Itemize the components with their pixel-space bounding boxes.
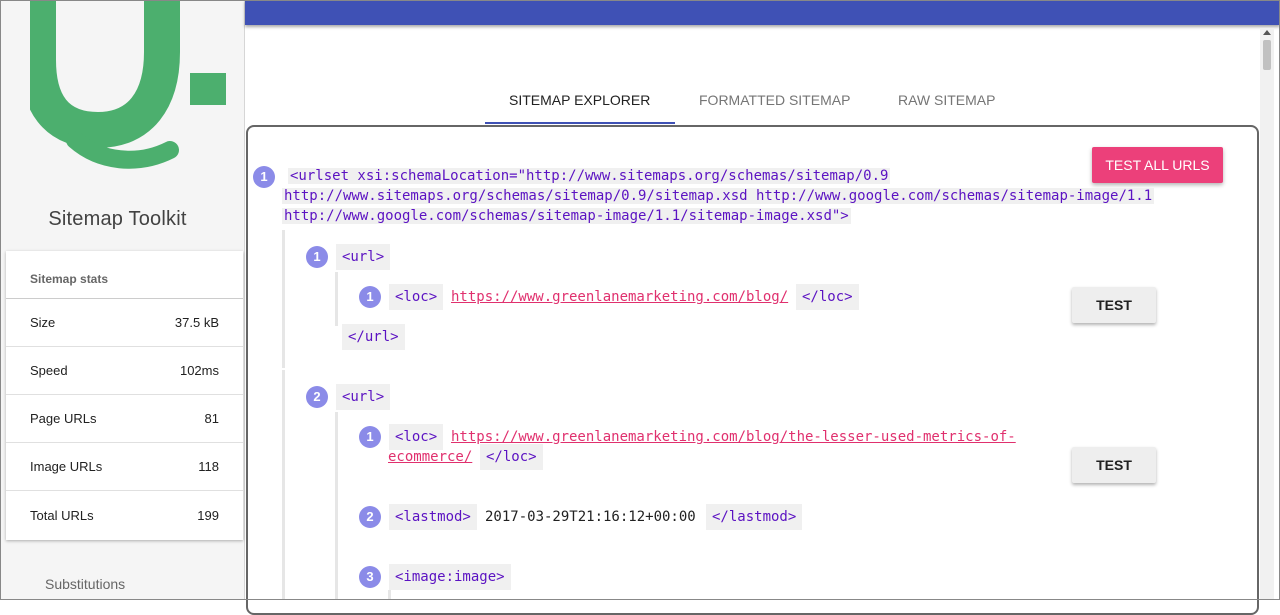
urlset-tag: <urlset xsi:schemaLocation="http://www.s… — [282, 166, 1162, 226]
stats-header: Sitemap stats — [6, 251, 243, 299]
urlset-line: http://www.sitemaps.org/schemas/sitemap/… — [282, 188, 1155, 204]
stat-row-image-urls: Image URLs 118 — [6, 443, 243, 491]
app-title: Sitemap Toolkit — [48, 208, 187, 230]
tab-sitemap-explorer[interactable]: SITEMAP EXPLORER — [509, 92, 650, 108]
url-open-tag: <url> — [336, 244, 391, 270]
stat-label: Total URLs — [30, 507, 94, 523]
stat-label: Image URLs — [30, 459, 103, 474]
tab-raw-sitemap[interactable]: RAW SITEMAP — [898, 92, 996, 108]
node-number-badge: 2 — [359, 506, 381, 528]
app-logo — [30, 0, 226, 169]
loc-url-link-continued[interactable]: ecommerce/ — [388, 444, 472, 470]
urlset-line: http://www.google.com/schemas/sitemap-im… — [282, 208, 851, 224]
stat-row-speed: Speed 102ms — [6, 347, 243, 395]
loc-url-link[interactable]: https://www.greenlanemarketing.com/blog/ — [451, 284, 788, 310]
test-url-button[interactable]: TEST — [1072, 287, 1156, 323]
stat-row-size: Size 37.5 kB — [6, 299, 243, 347]
lastmod-close-tag: </lastmod> — [706, 504, 803, 530]
stat-value: 81 — [204, 411, 219, 426]
tree-guide-line — [335, 272, 338, 326]
tree-guide-line — [388, 590, 391, 600]
url-close-tag: </url> — [342, 324, 405, 350]
scroll-up-arrow-icon[interactable] — [1263, 30, 1271, 35]
sidebar: Sitemap Toolkit Sitemap stats Size 37.5 … — [0, 0, 245, 600]
urlset-line: <urlset xsi:schemaLocation="http://www.s… — [288, 168, 891, 184]
sitemap-stats-card: Sitemap stats Size 37.5 kB Speed 102ms P… — [6, 251, 243, 540]
test-url-button[interactable]: TEST — [1072, 447, 1156, 483]
stat-value: 118 — [198, 459, 219, 474]
node-number-badge: 1 — [306, 246, 328, 268]
node-number-badge: 1 — [359, 426, 381, 448]
tree-guide-line — [282, 370, 285, 600]
stat-row-total-urls: Total URLs 199 — [6, 491, 243, 539]
scroll-thumb[interactable] — [1263, 40, 1271, 70]
substitutions-section-label[interactable]: Substitutions — [45, 576, 125, 592]
node-number-badge: 1 — [359, 286, 381, 308]
loc-close-tag: </loc> — [796, 284, 859, 310]
tree-guide-line — [282, 230, 285, 368]
stat-value: 37.5 kB — [174, 315, 219, 330]
top-app-bar — [245, 0, 1280, 25]
tree-guide-line — [335, 412, 338, 600]
stat-label: Size — [30, 315, 56, 330]
image-open-tag: <image:image> — [389, 564, 511, 590]
stat-value: 102ms — [179, 363, 219, 378]
node-number-badge: 1 — [253, 166, 275, 188]
vertical-scrollbar[interactable] — [1260, 28, 1274, 600]
lastmod-value: 2017-03-29T21:16:12+00:00 — [485, 509, 696, 525]
loc-open-tag: <loc> — [389, 284, 444, 310]
node-number-badge: 2 — [306, 386, 328, 408]
tab-formatted-sitemap[interactable]: FORMATTED SITEMAP — [699, 92, 850, 108]
loc-close-tag: </loc> — [480, 444, 543, 470]
url-open-tag: <url> — [336, 384, 391, 410]
stat-row-page-urls: Page URLs 81 — [6, 395, 243, 443]
lastmod-open-tag: <lastmod> — [389, 504, 477, 530]
node-number-badge: 3 — [359, 566, 381, 588]
active-tab-indicator — [485, 122, 675, 124]
stat-value: 199 — [197, 507, 219, 523]
stat-label: Page URLs — [30, 411, 97, 426]
stat-label: Speed — [30, 363, 68, 378]
